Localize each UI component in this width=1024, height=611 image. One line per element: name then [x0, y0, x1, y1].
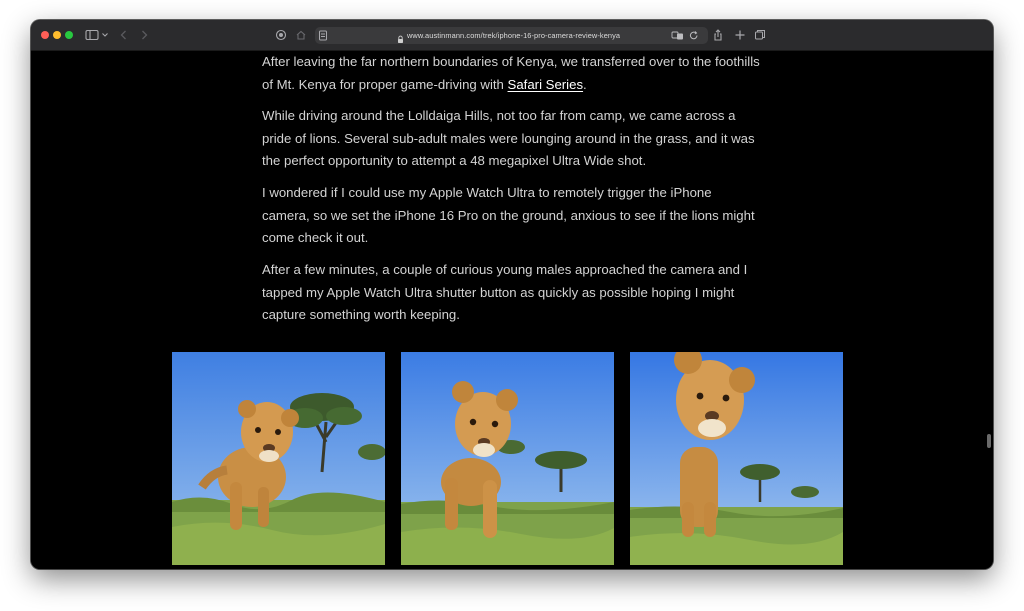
home-icon[interactable]: [295, 27, 307, 43]
close-window-button[interactable]: [41, 31, 49, 39]
page-menu-icon[interactable]: [318, 27, 328, 43]
browser-window: www.austinmann.com/trek/iphone-16-pro-ca…: [31, 20, 993, 569]
lock-icon: [397, 31, 404, 49]
paragraph-4: After a few minutes, a couple of curious…: [262, 262, 748, 322]
lion-photo-1[interactable]: [172, 352, 385, 565]
sidebar-toggle-icon[interactable]: [85, 27, 99, 43]
share-icon[interactable]: [712, 27, 724, 43]
paragraph-3: I wondered if I could use my Apple Watch…: [262, 185, 755, 245]
paragraph-text: .: [583, 76, 587, 92]
forward-arrow-icon[interactable]: [139, 27, 149, 43]
reload-icon[interactable]: [688, 27, 700, 43]
paragraph-2: While driving around the Lolldaiga Hills…: [262, 108, 755, 168]
zoom-window-button[interactable]: [65, 31, 73, 39]
back-arrow-icon[interactable]: [119, 27, 129, 43]
new-tab-plus-icon[interactable]: [734, 27, 746, 43]
minimize-window-button[interactable]: [53, 31, 61, 39]
privacy-report-icon[interactable]: [275, 27, 287, 43]
url-text[interactable]: www.austinmann.com/trek/iphone-16-pro-ca…: [407, 27, 620, 44]
title-bar: www.austinmann.com/trek/iphone-16-pro-ca…: [31, 20, 993, 51]
address-bar[interactable]: www.austinmann.com/trek/iphone-16-pro-ca…: [315, 27, 708, 44]
safari-series-link[interactable]: Safari Series: [508, 77, 584, 92]
lion-photo-3[interactable]: [630, 352, 843, 565]
tab-overview-icon[interactable]: [754, 27, 766, 43]
translate-icon[interactable]: [671, 27, 685, 43]
paragraph-1: After leaving the far northern boundarie…: [262, 51, 762, 96]
scrollbar-thumb[interactable]: [987, 434, 991, 448]
page-content: After leaving the far northern boundarie…: [31, 51, 993, 569]
lion-photo-2[interactable]: [401, 352, 614, 565]
chevron-down-icon[interactable]: [101, 27, 109, 43]
